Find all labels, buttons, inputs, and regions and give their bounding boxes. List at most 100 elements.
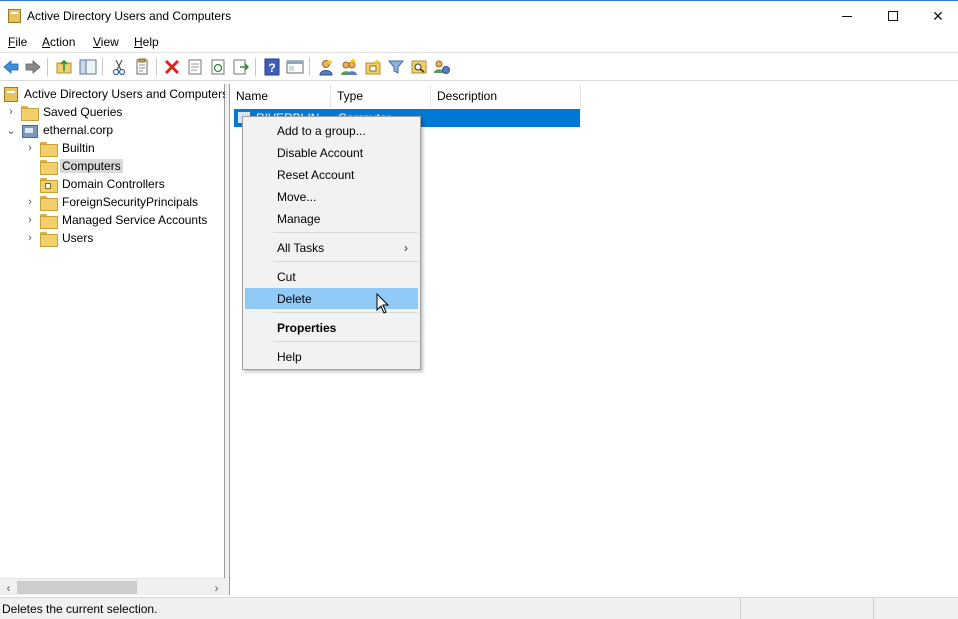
folder-icon — [40, 141, 58, 157]
tree-item-foreign-security-principals[interactable]: ForeignSecurityPrincipals — [40, 193, 200, 211]
aduc-icon — [4, 86, 18, 102]
close-button[interactable]: ✕ — [915, 1, 958, 31]
menu-item-label: Cut — [277, 269, 296, 284]
chevron-right-icon: › — [404, 240, 408, 255]
create-user-icon[interactable] — [317, 58, 335, 76]
toolbar-separator — [102, 58, 103, 76]
status-pane — [873, 598, 958, 619]
toolbar-separator — [255, 58, 256, 76]
create-ou-icon[interactable] — [364, 58, 382, 76]
menu-separator — [273, 312, 418, 313]
scrollbar-thumb[interactable] — [17, 581, 137, 594]
find-icon[interactable] — [410, 58, 428, 76]
properties-icon[interactable] — [186, 58, 204, 76]
menu-item-delete[interactable]: Delete — [245, 288, 418, 309]
domain-icon — [21, 123, 38, 138]
create-group-icon[interactable] — [340, 58, 358, 76]
menu-help[interactable]: Help — [134, 35, 159, 49]
column-header-label: Description — [437, 89, 498, 103]
menu-separator — [273, 341, 418, 342]
folder-icon — [21, 105, 39, 121]
column-header-label: Type — [337, 89, 364, 103]
forward-arrow-icon[interactable] — [24, 58, 42, 76]
show-hide-tree-icon[interactable] — [79, 58, 97, 76]
mouse-cursor-icon — [376, 293, 390, 314]
column-header-type[interactable]: Type — [331, 84, 431, 108]
menu-item-cut[interactable]: Cut — [245, 266, 418, 287]
toolbar: ? — [0, 54, 958, 81]
menu-item-move[interactable]: Move... — [245, 186, 418, 207]
folder-icon — [40, 231, 58, 247]
status-bar: Deletes the current selection. — [0, 597, 958, 619]
chevron-right-icon[interactable]: › — [6, 103, 16, 121]
cut-icon[interactable] — [110, 58, 128, 76]
menu-item-help[interactable]: Help — [245, 346, 418, 367]
menu-item-label: Reset Account — [277, 167, 355, 182]
tree-item-saved-queries[interactable]: Saved Queries — [21, 103, 124, 121]
menu-item-add-to-group[interactable]: Add to a group... — [245, 120, 418, 141]
tree-item-label: Builtin — [62, 141, 95, 155]
window-title: Active Directory Users and Computers — [27, 9, 232, 23]
add-to-group-icon[interactable] — [433, 58, 451, 76]
menu-file-label: File — [8, 35, 28, 49]
menu-item-reset-account[interactable]: Reset Account — [245, 164, 418, 185]
tree-item-label: Saved Queries — [43, 105, 123, 119]
menu-item-label: Help — [277, 349, 302, 364]
menu-action[interactable]: Action — [42, 35, 75, 49]
menu-action-label: Action — [42, 35, 76, 49]
tree-item-domain[interactable]: ethernal.corp — [21, 121, 115, 139]
tree-item-managed-service-accounts[interactable]: Managed Service Accounts — [40, 211, 209, 229]
tree-item-computers[interactable]: Computers — [40, 157, 123, 175]
menu-item-all-tasks[interactable]: All Tasks › — [245, 237, 418, 258]
copy-icon[interactable] — [133, 58, 151, 76]
tree-item-label: ForeignSecurityPrincipals — [62, 195, 199, 209]
tree-item-users[interactable]: Users — [40, 229, 95, 247]
menu-file[interactable]: File — [8, 35, 27, 49]
chevron-right-icon[interactable]: › — [25, 229, 35, 247]
filter-icon[interactable] — [387, 58, 405, 76]
menu-item-disable-account[interactable]: Disable Account — [245, 142, 418, 163]
folder-icon — [40, 159, 58, 175]
tree-item-label: Managed Service Accounts — [62, 213, 208, 227]
console-tree-icon[interactable] — [286, 58, 304, 76]
up-folder-icon[interactable] — [55, 58, 73, 76]
toolbar-separator — [156, 58, 157, 76]
scroll-left-icon[interactable]: ‹ — [0, 579, 17, 596]
console-tree-pane[interactable]: Active Directory Users and Computers › S… — [0, 84, 228, 595]
menu-item-properties[interactable]: Properties — [245, 317, 418, 338]
tree-item-builtin[interactable]: Builtin — [40, 139, 97, 157]
title-bar: Active Directory Users and Computers ✕ — [0, 0, 958, 31]
tree-horizontal-scrollbar[interactable]: ‹ › — [0, 578, 225, 595]
context-menu: Add to a group... Disable Account Reset … — [242, 116, 421, 370]
folder-icon — [40, 195, 58, 211]
menu-help-label: Help — [134, 35, 159, 49]
chevron-right-icon[interactable]: › — [25, 211, 35, 229]
menu-view[interactable]: View — [93, 35, 119, 49]
minimize-button[interactable] — [824, 1, 870, 31]
menu-item-label: Move... — [277, 189, 317, 204]
tree-item-root[interactable]: Active Directory Users and Computers — [4, 85, 230, 103]
menu-item-manage[interactable]: Manage — [245, 208, 418, 229]
tree-item-domain-controllers[interactable]: Domain Controllers — [40, 175, 167, 193]
tree-item-label: ethernal.corp — [43, 123, 114, 137]
column-header-description[interactable]: Description — [431, 84, 581, 108]
maximize-icon — [888, 11, 898, 21]
delete-icon[interactable] — [163, 58, 181, 76]
menu-item-label: Delete — [277, 291, 312, 306]
status-message: Deletes the current selection. — [2, 602, 158, 616]
scroll-right-icon[interactable]: › — [208, 579, 225, 596]
tree-item-label: Users — [62, 231, 94, 245]
menu-item-label: All Tasks — [277, 240, 325, 255]
chevron-right-icon[interactable]: › — [25, 193, 35, 211]
help-icon[interactable]: ? — [263, 58, 281, 76]
back-arrow-icon[interactable] — [2, 58, 20, 76]
maximize-button[interactable] — [870, 1, 916, 31]
list-header: Name Type Description — [230, 84, 958, 108]
refresh-icon[interactable] — [209, 58, 227, 76]
column-header-name[interactable]: Name — [230, 84, 331, 108]
menu-separator — [273, 232, 418, 233]
chevron-down-icon[interactable]: ⌄ — [6, 121, 16, 139]
export-list-icon[interactable] — [232, 58, 250, 76]
menu-view-label: View — [93, 35, 119, 49]
chevron-right-icon[interactable]: › — [25, 139, 35, 157]
